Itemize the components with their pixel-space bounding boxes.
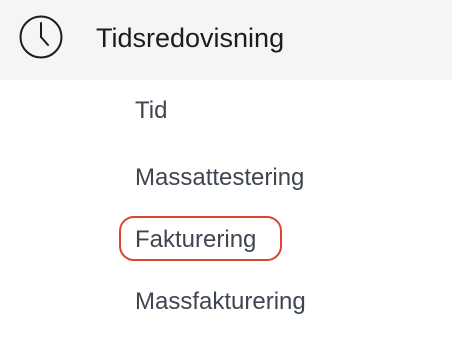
section-title: Tidsredovisning <box>96 23 285 53</box>
navigation-panel: Tidsredovisning Tid Massattestering Fakt… <box>0 0 452 338</box>
section-header-tidsredovisning[interactable]: Tidsredovisning <box>0 0 452 80</box>
nav-item-fakturering[interactable]: Fakturering <box>135 223 256 257</box>
sub-navigation: Tid Massattestering Fakturering Massfakt… <box>0 80 452 338</box>
nav-item-tid[interactable]: Tid <box>135 94 167 128</box>
nav-item-massfakturering[interactable]: Massfakturering <box>135 285 306 319</box>
nav-item-massattestering[interactable]: Massattestering <box>135 161 304 195</box>
clock-icon <box>17 13 65 61</box>
